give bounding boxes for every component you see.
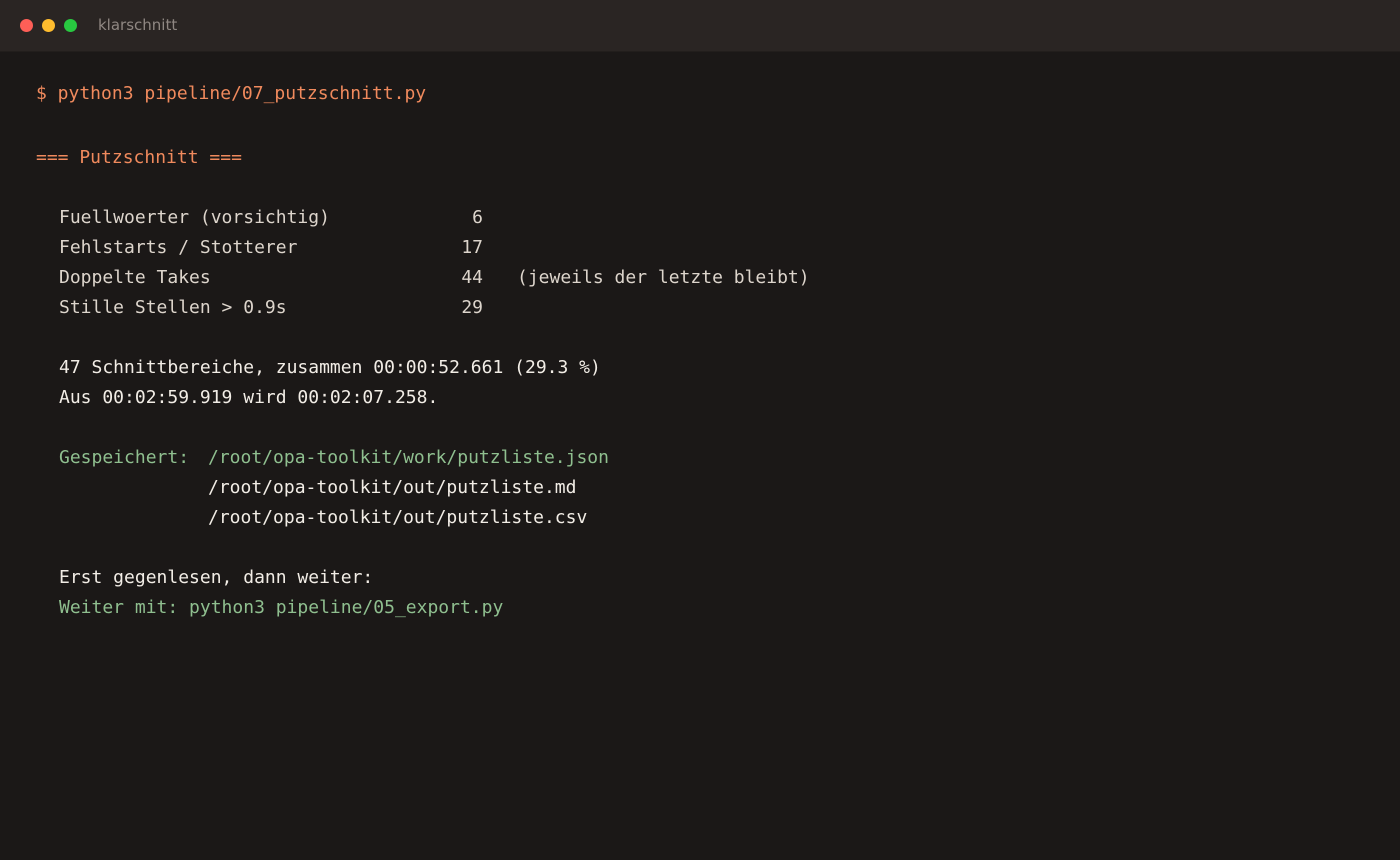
- stat-label: Stille Stellen > 0.9s: [59, 297, 287, 318]
- zoom-window-icon[interactable]: [64, 19, 77, 32]
- stat-count: 6: [472, 207, 483, 228]
- stat-count: 17: [461, 237, 483, 258]
- stat-label: Doppelte Takes: [59, 267, 211, 288]
- stat-count: 44: [461, 267, 483, 288]
- summary-duration: Aus 00:02:59.919 wird 00:02:07.258.: [59, 387, 439, 408]
- stat-label: Fehlstarts / Stotterer: [59, 237, 298, 258]
- window-title: klarschnitt: [98, 16, 178, 34]
- summary-cut-ranges: 47 Schnittbereiche, zusammen 00:00:52.66…: [59, 357, 601, 378]
- terminal-window: klarschnitt $ python3 pipeline/07_putzsc…: [0, 0, 1400, 860]
- terminal-output[interactable]: $ python3 pipeline/07_putzschnitt.py ===…: [0, 52, 1400, 860]
- section-header: === Putzschnitt ===: [36, 147, 242, 168]
- minimize-window-icon[interactable]: [42, 19, 55, 32]
- saved-label: Gespeichert:: [59, 447, 190, 468]
- close-window-icon[interactable]: [20, 19, 33, 32]
- command-line: $ python3 pipeline/07_putzschnitt.py: [36, 83, 427, 104]
- saved-file-path: /root/opa-toolkit/work/putzliste.json: [208, 447, 609, 468]
- stat-note: (jeweils der letzte bleibt): [517, 267, 810, 288]
- saved-file-path: /root/opa-toolkit/out/putzliste.md: [208, 477, 577, 498]
- saved-file-path: /root/opa-toolkit/out/putzliste.csv: [208, 507, 588, 528]
- stat-count: 29: [461, 297, 483, 318]
- review-hint: Erst gegenlesen, dann weiter:: [59, 567, 374, 588]
- next-step-hint: Weiter mit: python3 pipeline/05_export.p…: [59, 597, 504, 618]
- stat-label: Fuellwoerter (vorsichtig): [59, 207, 330, 228]
- title-bar: klarschnitt: [0, 0, 1400, 52]
